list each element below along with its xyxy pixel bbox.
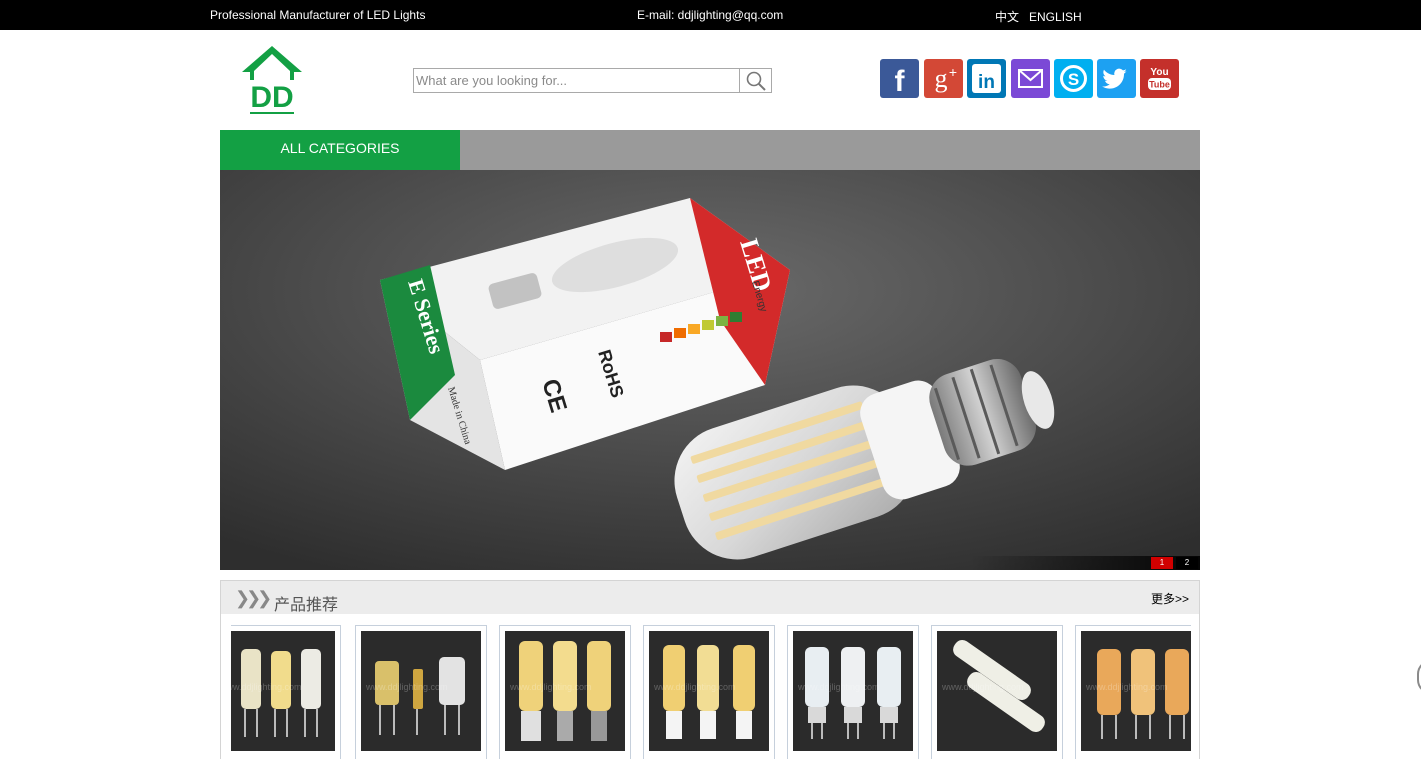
linkedin-icon[interactable]: in (967, 59, 1006, 98)
svg-text:f: f (895, 65, 906, 98)
search-input[interactable] (414, 69, 740, 92)
product-watermark: www.ddjlighting.com (510, 682, 592, 692)
facebook-icon[interactable]: f (880, 59, 919, 98)
all-categories-button[interactable]: ALL CATEGORIES (220, 130, 460, 170)
logo-text: DD (250, 81, 293, 114)
svg-text:You: You (1150, 67, 1168, 78)
product-card[interactable]: www.ddjlighting.com (931, 625, 1063, 759)
search-icon (746, 71, 766, 91)
lang-english-link[interactable]: ENGLISH (1029, 10, 1082, 24)
product-card[interactable]: www.ddjlighting.com (1075, 625, 1191, 759)
hero-banner[interactable]: LED E Series RoHS CE Made in China Energ… (220, 170, 1200, 570)
floating-chat-tab[interactable] (1417, 660, 1421, 694)
banner-image: LED E Series RoHS CE Made in China Energ… (220, 170, 1200, 570)
product-card[interactable]: www.ddjlighting.com (499, 625, 631, 759)
product-watermark: www.ddjlighting.com (231, 682, 302, 692)
email-icon[interactable] (1011, 59, 1050, 98)
email-contact[interactable]: E-mail: ddjlighting@qq.com (637, 8, 783, 22)
product-card[interactable]: www.ddjlighting.com (787, 625, 919, 759)
main-nav-bar: ALL CATEGORIES (220, 130, 1200, 170)
product-watermark: www.ddjlighting.com (366, 682, 448, 692)
recommended-products: ❯❯❯ 产品推荐 更多>> www.ddjlighting.com (220, 580, 1200, 759)
product-card[interactable]: www.ddjlighting.com (231, 625, 341, 759)
more-link[interactable]: 更多>> (1151, 590, 1189, 607)
slider-page-2[interactable]: 2 (1176, 557, 1198, 569)
site-logo[interactable]: DD (240, 44, 304, 116)
product-watermark: www.ddjlighting.com (654, 682, 736, 692)
youtube-icon[interactable]: You Tube (1140, 59, 1179, 98)
slider-page-1[interactable]: 1 (1151, 557, 1173, 569)
search-box (413, 68, 772, 93)
product-watermark: www.ddjlighting.com (1086, 682, 1168, 692)
svg-text:in: in (978, 72, 995, 93)
product-card[interactable]: www.ddjlighting.com (355, 625, 487, 759)
google-plus-icon[interactable]: g + (924, 59, 963, 98)
section-header: ❯❯❯ 产品推荐 更多>> (221, 581, 1199, 614)
lang-chinese-link[interactable]: 中文 (995, 10, 1019, 24)
twitter-icon[interactable] (1097, 59, 1136, 98)
product-watermark: www.ddjlighting.com (798, 682, 880, 692)
slider-pager: 1 2 (970, 556, 1200, 570)
svg-text:g: g (935, 64, 948, 93)
product-card[interactable]: www.ddjlighting.com (643, 625, 775, 759)
svg-text:Tube: Tube (1149, 80, 1170, 90)
tagline: Professional Manufacturer of LED Lights (210, 8, 426, 22)
svg-text:+: + (949, 64, 957, 80)
section-title: 产品推荐 (274, 597, 339, 614)
svg-text:S: S (1068, 70, 1079, 89)
search-button[interactable] (739, 69, 771, 92)
top-bar: Professional Manufacturer of LED Lights … (0, 0, 1421, 30)
language-switcher: 中文 ENGLISH (995, 8, 1092, 25)
chevrons-icon: ❯❯❯ (235, 588, 272, 608)
product-watermark: www.ddjlighting.com (942, 682, 1024, 692)
product-carousel: www.ddjlighting.com www.ddjlighting.com (231, 625, 1191, 759)
skype-icon[interactable]: S (1054, 59, 1093, 98)
